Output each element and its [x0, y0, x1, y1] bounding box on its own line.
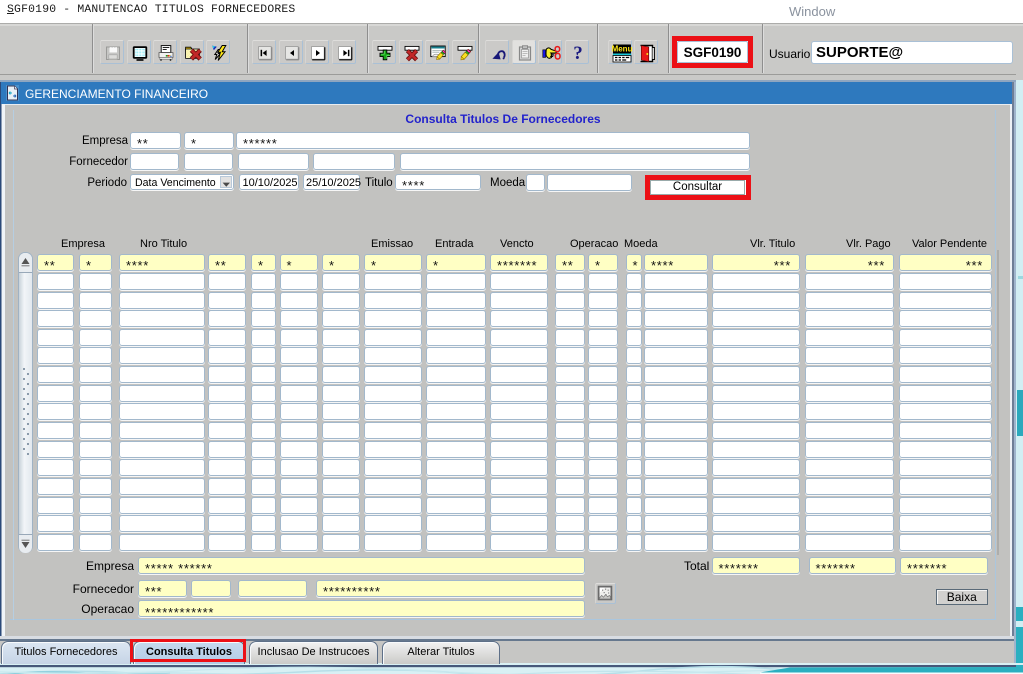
svg-text:Menu: Menu [612, 45, 632, 54]
svg-text:?: ? [573, 44, 583, 62]
